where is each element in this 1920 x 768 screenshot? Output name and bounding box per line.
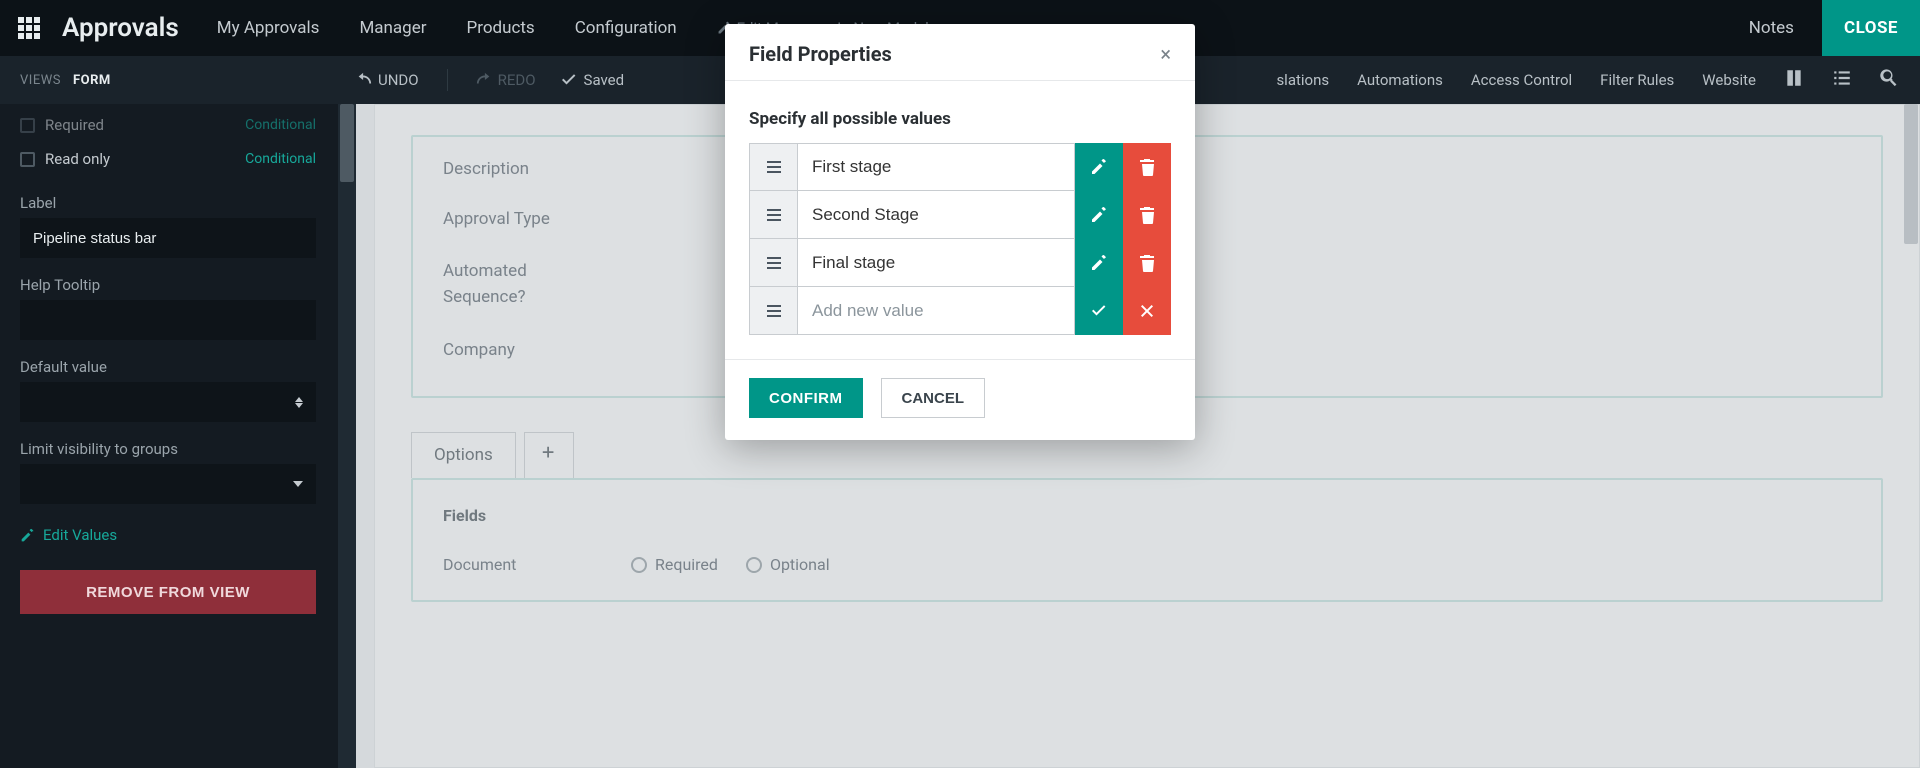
delete-value-button[interactable] — [1123, 143, 1171, 191]
modal-close-icon[interactable]: × — [1160, 44, 1171, 64]
value-input[interactable] — [797, 239, 1075, 287]
value-input[interactable] — [797, 191, 1075, 239]
delete-value-button[interactable] — [1123, 239, 1171, 287]
edit-value-button[interactable] — [1075, 143, 1123, 191]
confirm-value-button[interactable] — [1075, 287, 1123, 335]
value-input[interactable] — [797, 143, 1075, 191]
drag-handle-icon[interactable] — [749, 287, 797, 335]
add-value-input[interactable] — [797, 287, 1075, 335]
confirm-button[interactable]: CONFIRM — [749, 378, 863, 418]
delete-value-button[interactable] — [1123, 191, 1171, 239]
modal-overlay: Field Properties × Specify all possible … — [0, 0, 1920, 768]
pencil-icon — [1090, 158, 1108, 176]
cancel-button[interactable]: CANCEL — [881, 378, 986, 418]
value-row — [749, 239, 1171, 287]
field-properties-modal: Field Properties × Specify all possible … — [725, 24, 1195, 440]
edit-value-button[interactable] — [1075, 191, 1123, 239]
trash-icon — [1138, 206, 1156, 224]
close-icon — [1138, 302, 1156, 320]
drag-handle-icon[interactable] — [749, 143, 797, 191]
value-row-new — [749, 287, 1171, 335]
drag-handle-icon[interactable] — [749, 191, 797, 239]
value-row — [749, 191, 1171, 239]
value-row — [749, 143, 1171, 191]
edit-value-button[interactable] — [1075, 239, 1123, 287]
trash-icon — [1138, 158, 1156, 176]
modal-title: Field Properties — [749, 42, 892, 66]
modal-subtitle: Specify all possible values — [749, 109, 1171, 129]
pencil-icon — [1090, 206, 1108, 224]
drag-handle-icon[interactable] — [749, 239, 797, 287]
pencil-icon — [1090, 254, 1108, 272]
check-icon — [1090, 302, 1108, 320]
trash-icon — [1138, 254, 1156, 272]
cancel-value-button[interactable] — [1123, 287, 1171, 335]
